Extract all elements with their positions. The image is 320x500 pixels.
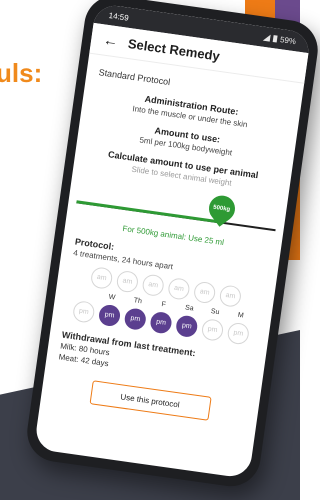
am-dose-dot[interactable]: am — [167, 276, 191, 301]
pm-dose-dot-selected[interactable]: pm — [123, 307, 148, 331]
day-column: Sa pm — [174, 304, 200, 339]
am-dose-dot[interactable]: am — [192, 280, 217, 305]
am-dose-dot[interactable]: am — [89, 266, 114, 290]
day-column: Su pm — [200, 307, 226, 342]
day-column: Fpm — [149, 300, 174, 335]
am-dose-dot[interactable]: am — [218, 284, 243, 308]
am-dose-dot[interactable]: am — [141, 273, 166, 298]
day-column: Th pm — [123, 296, 148, 331]
pm-dose-dot[interactable]: pm — [71, 299, 96, 324]
slider-value-label: 500kg — [212, 204, 231, 213]
day-column: Wpm — [97, 293, 123, 328]
am-dose-dot[interactable]: am — [115, 269, 140, 294]
battery-level: 59% — [279, 34, 297, 46]
battery-icon — [272, 34, 278, 43]
day-label: W — [108, 293, 116, 302]
day-label: M — [237, 311, 245, 320]
day-label: F — [160, 301, 167, 309]
pm-dose-dot-selected[interactable]: pm — [149, 310, 173, 335]
pm-dose-dot[interactable]: pm — [226, 321, 251, 346]
pm-dose-dot-selected[interactable]: pm — [174, 314, 199, 339]
page-title: Select Remedy — [127, 35, 221, 64]
background-headline: uls: — [0, 58, 43, 88]
signal-icon — [262, 33, 271, 42]
day-column: Mpm — [226, 311, 251, 346]
pm-dose-dot-selected[interactable]: pm — [97, 303, 122, 328]
use-protocol-button[interactable]: Use this protocol — [89, 380, 212, 421]
day-label: Su — [210, 308, 220, 317]
status-time: 14:59 — [108, 10, 130, 23]
day-label — [86, 291, 87, 300]
arrow-left-icon[interactable]: ← — [102, 31, 119, 50]
day-column: pm — [71, 289, 97, 324]
status-indicators: 59% — [262, 32, 297, 46]
day-label: Th — [133, 297, 143, 306]
remedy-content: Standard Protocol Administration Route: … — [40, 54, 304, 436]
pm-dose-dot[interactable]: pm — [200, 318, 225, 342]
day-label: Sa — [184, 304, 194, 313]
